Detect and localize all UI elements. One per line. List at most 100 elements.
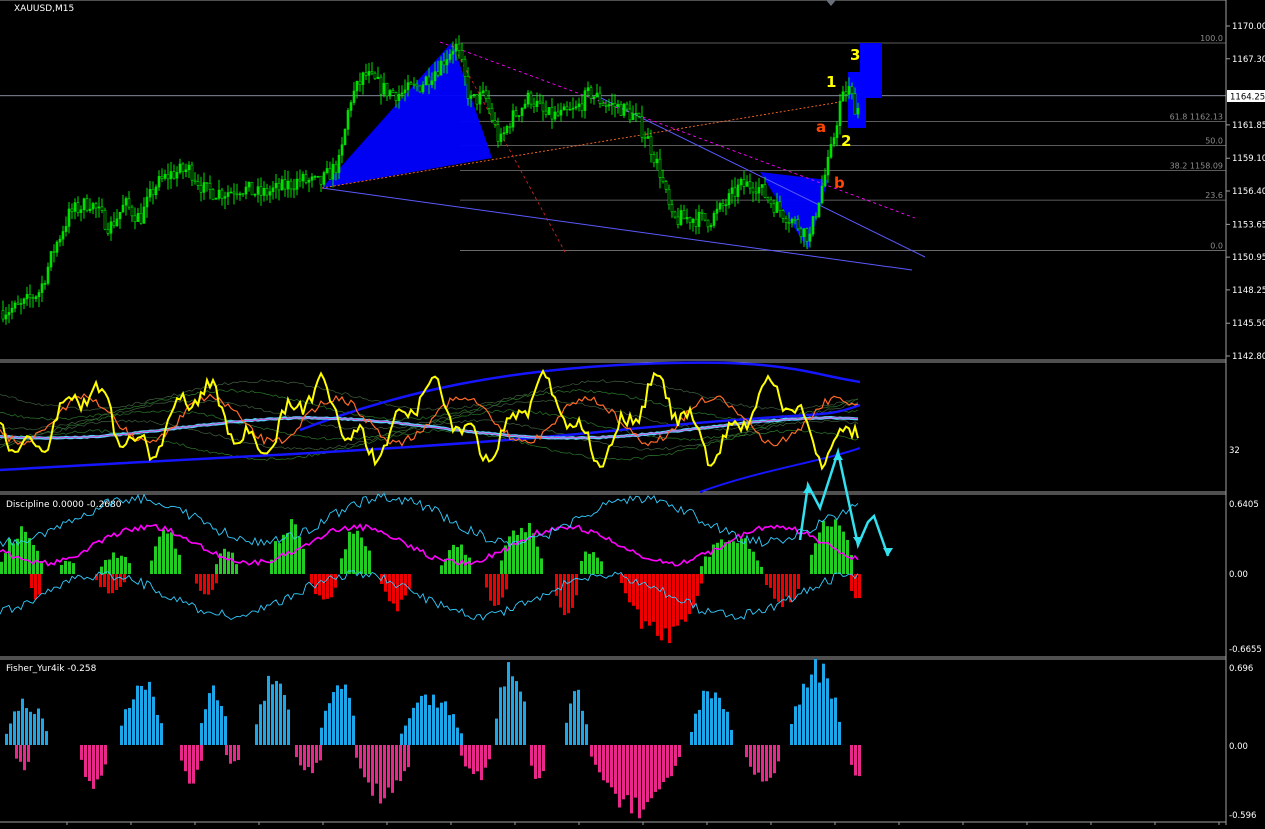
histogram-bar-positive bbox=[540, 558, 543, 574]
candle-body bbox=[187, 164, 191, 171]
fib-level-label: 61.8 1162.13 bbox=[1170, 112, 1223, 121]
histogram-bar-positive bbox=[352, 533, 355, 574]
histogram-bar-negative bbox=[115, 574, 118, 591]
candle-body bbox=[562, 106, 566, 111]
histogram-bar-positive bbox=[830, 698, 833, 745]
wave-a-label: a bbox=[816, 118, 826, 136]
candle-body bbox=[523, 103, 527, 109]
candle-body bbox=[145, 196, 149, 208]
candle-body bbox=[397, 93, 401, 102]
candle-body bbox=[247, 181, 251, 188]
candle-body bbox=[235, 193, 239, 196]
histogram-bar-positive bbox=[263, 700, 266, 745]
histogram-bar-positive bbox=[830, 526, 833, 574]
histogram-bar-positive bbox=[275, 680, 278, 745]
histogram-bar-negative bbox=[99, 574, 102, 588]
candle-body bbox=[646, 136, 650, 139]
candle-body bbox=[94, 203, 98, 209]
histogram-bar-positive bbox=[810, 554, 813, 574]
histogram-bar-positive bbox=[520, 527, 523, 574]
candle-body bbox=[820, 185, 824, 204]
histogram-bar-negative bbox=[646, 745, 649, 803]
histogram-bar-negative bbox=[769, 745, 772, 778]
histogram-bar-negative bbox=[476, 745, 479, 772]
histogram-bar-negative bbox=[563, 574, 566, 616]
candle-body bbox=[634, 112, 638, 115]
histogram-bar-positive bbox=[730, 729, 733, 745]
histogram-bar-positive bbox=[794, 706, 797, 745]
histogram-bar-positive bbox=[752, 551, 755, 574]
histogram-bar-negative bbox=[383, 745, 386, 799]
candle-body bbox=[592, 96, 596, 99]
histogram-bar-positive bbox=[428, 704, 431, 745]
candle-body bbox=[340, 144, 344, 156]
histogram-bar-positive bbox=[702, 690, 705, 745]
discipline-tick-bottom: -0.6655 bbox=[1229, 645, 1262, 655]
histogram-bar-negative bbox=[388, 574, 391, 602]
histogram-bar-positive bbox=[352, 715, 355, 745]
candle-body bbox=[241, 193, 245, 196]
histogram-bar-positive bbox=[336, 685, 339, 745]
candle-body bbox=[586, 87, 590, 92]
histogram-bar-negative bbox=[30, 574, 33, 588]
histogram-bar-positive bbox=[573, 691, 576, 745]
candle-body bbox=[277, 182, 281, 191]
histogram-bar-positive bbox=[216, 700, 219, 745]
candle-body bbox=[832, 137, 836, 145]
candle-body bbox=[700, 211, 704, 214]
candle-body bbox=[766, 197, 770, 201]
current-price-marker: 1164.25 bbox=[1227, 90, 1265, 103]
candle-body bbox=[337, 154, 341, 173]
histogram-bar-positive bbox=[4, 552, 7, 574]
candle-body bbox=[100, 206, 104, 211]
histogram-bar-negative bbox=[233, 745, 236, 762]
histogram-bar-positive bbox=[17, 710, 20, 745]
histogram-bar-positive bbox=[528, 522, 531, 574]
histogram-bar-positive bbox=[736, 543, 739, 574]
candle-body bbox=[835, 125, 839, 138]
candle-body bbox=[214, 198, 218, 200]
histogram-bar-positive bbox=[360, 537, 363, 574]
histogram-bar-positive bbox=[440, 702, 443, 745]
candle-body bbox=[10, 307, 14, 313]
candle-body bbox=[793, 218, 797, 221]
histogram-bar-negative bbox=[307, 745, 310, 768]
chart-canvas[interactable]: XAUUSD,M15 1170.00 1167.30 1161.85 1159.10 1… bbox=[0, 0, 1265, 825]
histogram-bar-positive bbox=[41, 718, 44, 745]
histogram-bar-negative bbox=[485, 574, 488, 588]
histogram-bar-negative bbox=[107, 574, 110, 594]
histogram-bar-positive bbox=[152, 696, 155, 745]
candle-body bbox=[790, 218, 794, 224]
candle-body bbox=[598, 92, 602, 104]
histogram-bar-negative bbox=[225, 745, 228, 756]
histogram-bar-negative bbox=[781, 574, 784, 608]
histogram-bar-positive bbox=[208, 693, 211, 745]
histogram-bar-negative bbox=[618, 745, 621, 808]
histogram-bar-positive bbox=[802, 683, 805, 745]
histogram-bar-positive bbox=[532, 533, 535, 574]
price-tick-label: 1153.65 bbox=[1232, 220, 1265, 230]
candle-body bbox=[313, 176, 317, 178]
candle-body bbox=[148, 189, 152, 198]
candle-body bbox=[325, 168, 329, 173]
chart-background bbox=[0, 0, 1265, 825]
histogram-bar-positive bbox=[0, 561, 3, 574]
histogram-bar-negative bbox=[769, 574, 772, 588]
fib-level-label: 23.6 bbox=[1205, 191, 1223, 200]
candle-body bbox=[151, 189, 155, 196]
histogram-bar-positive bbox=[515, 681, 518, 745]
histogram-bar-negative bbox=[407, 745, 410, 768]
histogram-bar-positive bbox=[348, 697, 351, 745]
histogram-bar-negative bbox=[468, 745, 471, 769]
candle-body bbox=[376, 76, 380, 79]
candle-body bbox=[673, 211, 677, 218]
histogram-bar-positive bbox=[150, 560, 153, 574]
histogram-bar-positive bbox=[290, 519, 293, 574]
candle-body bbox=[166, 173, 170, 180]
histogram-bar-negative bbox=[634, 745, 637, 798]
candle-body bbox=[136, 213, 140, 222]
histogram-bar-positive bbox=[706, 691, 709, 745]
histogram-bar-positive bbox=[174, 548, 177, 574]
discipline-tick-zero: 0.00 bbox=[1229, 570, 1248, 580]
candle-body bbox=[631, 113, 635, 121]
